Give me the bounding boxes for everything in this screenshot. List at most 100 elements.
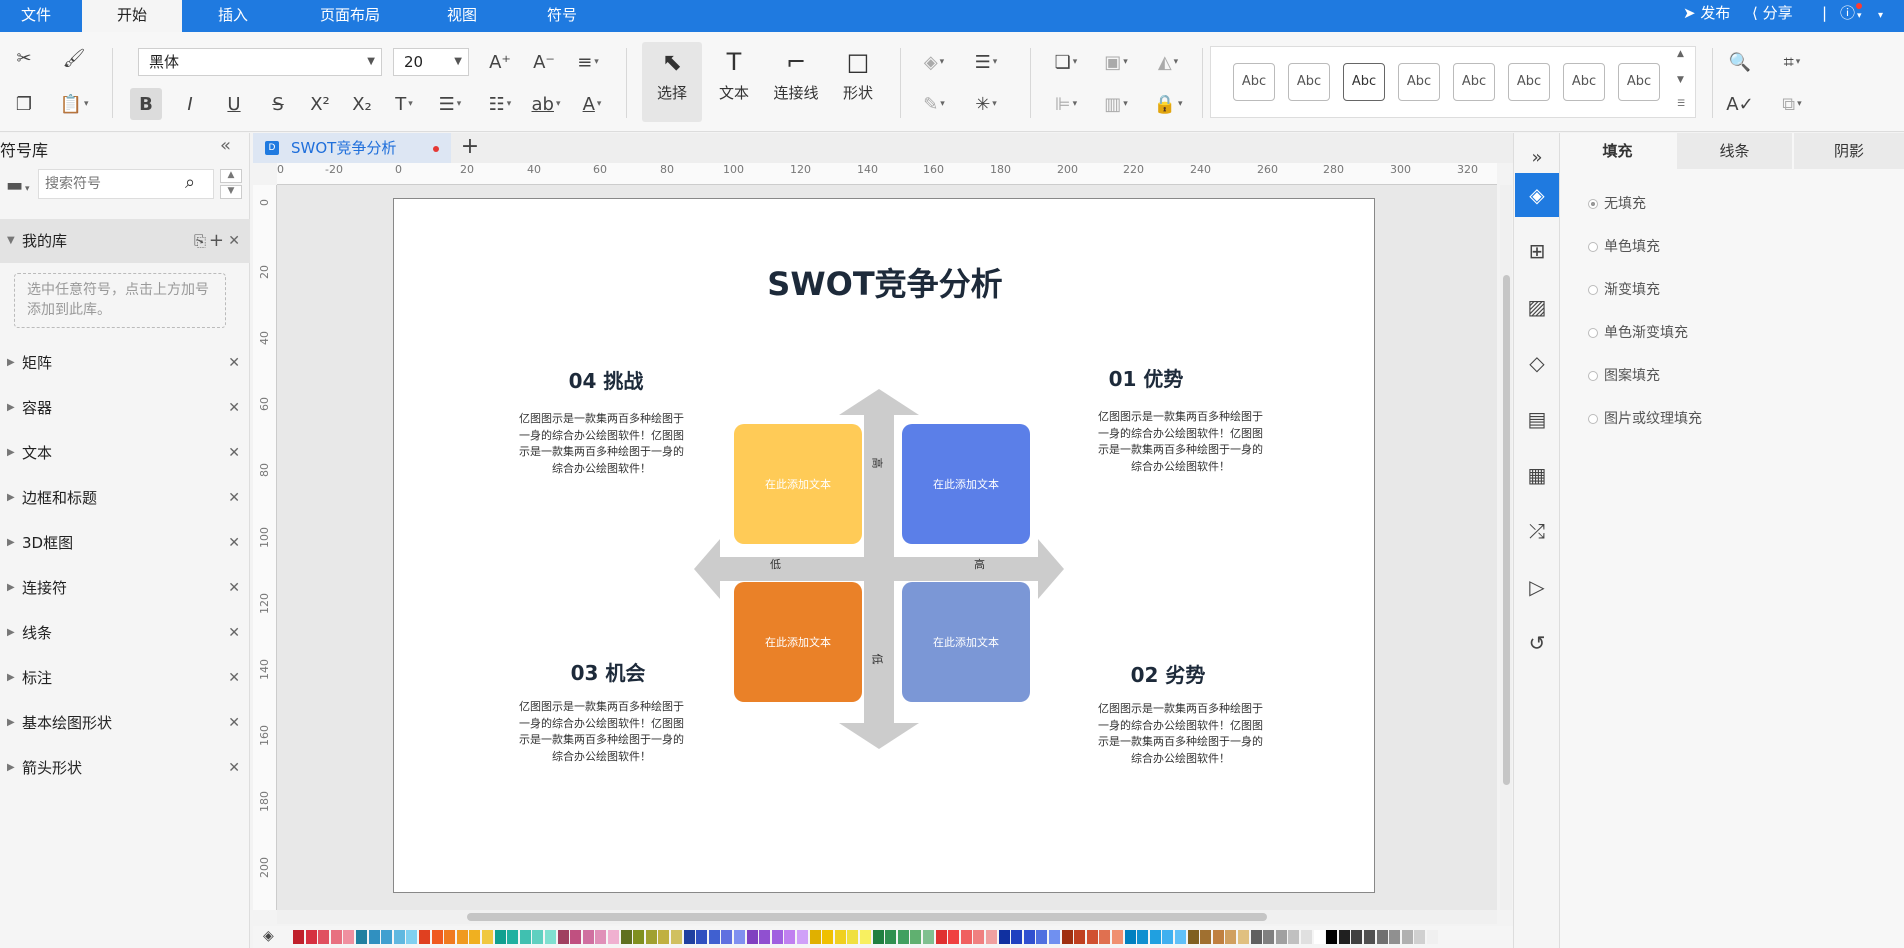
- line-color-button[interactable]: ✎ ▾: [918, 88, 950, 120]
- layers-panel-button[interactable]: ◇: [1515, 341, 1559, 385]
- drawing-page[interactable]: SWOT竞争分析 04 挑战 亿图图示是一款集两百多种绘图于一身的综合办公绘图软…: [393, 198, 1375, 893]
- tab-insert[interactable]: 插入: [188, 0, 278, 32]
- color-swatch[interactable]: [910, 930, 922, 944]
- section-title-opportunities[interactable]: 03 机会: [558, 657, 658, 686]
- increase-font-button[interactable]: A⁺: [484, 46, 516, 78]
- color-swatch[interactable]: [330, 930, 342, 944]
- color-swatch[interactable]: [532, 930, 544, 944]
- color-swatch[interactable]: [671, 930, 682, 944]
- color-swatch[interactable]: [1376, 930, 1388, 944]
- color-swatch[interactable]: [683, 930, 695, 944]
- section-title-threats[interactable]: 04 挑战: [556, 365, 656, 394]
- library-item-text[interactable]: ▶ 文本 ✕: [0, 431, 250, 475]
- library-menu-button[interactable]: ▬ ▾: [6, 175, 30, 196]
- color-swatch[interactable]: [1187, 930, 1199, 944]
- tab-view[interactable]: 视图: [420, 0, 504, 32]
- color-swatch[interactable]: [708, 930, 720, 944]
- color-swatch[interactable]: [784, 930, 796, 944]
- add-tab-button[interactable]: +: [455, 133, 485, 163]
- import-icon[interactable]: ⎘: [194, 219, 206, 263]
- library-item-basic-shapes[interactable]: ▶ 基本绘图形状 ✕: [0, 701, 250, 745]
- section-title-weaknesses[interactable]: 02 劣势: [1118, 659, 1218, 688]
- color-swatch[interactable]: [1414, 930, 1426, 944]
- close-icon[interactable]: ✕: [228, 611, 240, 655]
- color-swatch[interactable]: [620, 930, 632, 944]
- underline-button[interactable]: U: [218, 88, 250, 120]
- close-icon[interactable]: ✕: [228, 386, 240, 430]
- close-icon[interactable]: ✕: [228, 701, 240, 745]
- window-menu-button[interactable]: ▾: [1878, 0, 1883, 32]
- color-swatch[interactable]: [897, 930, 909, 944]
- presentation-panel-button[interactable]: ▷: [1515, 565, 1559, 609]
- style-sample[interactable]: Abc: [1563, 63, 1605, 101]
- line-style-button[interactable]: ☰ ▾: [970, 46, 1002, 78]
- color-swatch[interactable]: [721, 930, 733, 944]
- style-sample[interactable]: Abc: [1288, 63, 1330, 101]
- close-icon[interactable]: ✕: [228, 431, 240, 475]
- color-swatch[interactable]: [1263, 930, 1275, 944]
- italic-button[interactable]: I: [174, 88, 206, 120]
- color-swatch[interactable]: [998, 930, 1010, 944]
- fill-color-button[interactable]: ◈ ▾: [918, 46, 950, 78]
- color-swatch[interactable]: [318, 930, 330, 944]
- color-swatch[interactable]: [1301, 930, 1312, 944]
- data-panel-button[interactable]: ▦: [1515, 453, 1559, 497]
- color-swatch[interactable]: [746, 930, 758, 944]
- color-swatch[interactable]: [1149, 930, 1161, 944]
- close-icon[interactable]: ✕: [228, 746, 240, 790]
- highlight-button[interactable]: ab ▾: [530, 88, 562, 120]
- diagram-title[interactable]: SWOT竞争分析: [394, 259, 1376, 305]
- search-icon[interactable]: ⌕: [185, 172, 195, 193]
- section-title-strengths[interactable]: 01 优势: [1096, 363, 1196, 392]
- my-library-header[interactable]: ▼ 我的库 ⎘ + ✕: [0, 219, 250, 263]
- bullet-list-button[interactable]: ☷ ▾: [484, 88, 516, 120]
- publish-button[interactable]: ➤ 发布: [1683, 0, 1730, 32]
- color-swatch[interactable]: [1023, 930, 1035, 944]
- library-item-callouts[interactable]: ▶ 标注 ✕: [0, 656, 250, 700]
- close-icon[interactable]: ✕: [228, 566, 240, 610]
- tab-symbols[interactable]: 符号: [522, 0, 602, 32]
- arrange-button[interactable]: ❏ ▾: [1050, 46, 1082, 78]
- color-swatch[interactable]: [1389, 930, 1401, 944]
- superscript-button[interactable]: X²: [304, 88, 336, 120]
- add-icon[interactable]: +: [209, 219, 224, 263]
- distribute-button[interactable]: ▥ ▾: [1100, 88, 1132, 120]
- color-swatch[interactable]: [1112, 930, 1123, 944]
- color-swatch[interactable]: [507, 930, 519, 944]
- tab-shadow[interactable]: 阴影: [1794, 133, 1904, 169]
- find-button[interactable]: 🔍: [1724, 46, 1756, 78]
- fill-option-single-gradient[interactable]: 单色渐变填充: [1588, 322, 1688, 342]
- scroll-thumb[interactable]: [467, 913, 1267, 921]
- quadrant-blue[interactable]: 在此添加文本: [902, 424, 1030, 544]
- fill-option-gradient[interactable]: 渐变填充: [1588, 279, 1660, 299]
- section-body-weaknesses[interactable]: 亿图图示是一款集两百多种绘图于一身的综合办公绘图软件！亿图图示是一款集两百多种绘…: [1093, 701, 1268, 767]
- color-swatch[interactable]: [1099, 930, 1111, 944]
- history-panel-button[interactable]: ↺: [1515, 621, 1559, 665]
- group-button[interactable]: ▣ ▾: [1100, 46, 1132, 78]
- share-button[interactable]: ⟨ 分享: [1752, 0, 1793, 32]
- color-swatch[interactable]: [759, 930, 771, 944]
- color-swatch[interactable]: [1238, 930, 1249, 944]
- collapse-panel-button[interactable]: «: [220, 135, 231, 156]
- quadrant-light-blue[interactable]: 在此添加文本: [902, 582, 1030, 702]
- color-swatch[interactable]: [834, 930, 846, 944]
- fill-option-solid[interactable]: 单色填充: [1588, 236, 1660, 256]
- color-swatch[interactable]: [293, 930, 304, 944]
- color-swatch[interactable]: [935, 930, 947, 944]
- connector-tool-button[interactable]: ⌐ 连接线: [766, 42, 826, 122]
- quadrant-orange[interactable]: 在此添加文本: [734, 582, 862, 702]
- tab-home[interactable]: 开始: [82, 0, 182, 32]
- color-swatch[interactable]: [557, 930, 569, 944]
- fill-option-none[interactable]: 无填充: [1588, 193, 1646, 213]
- library-item-3d-blocks[interactable]: ▶ 3D框图 ✕: [0, 521, 250, 565]
- color-swatch[interactable]: [356, 930, 367, 944]
- image-panel-button[interactable]: ▨: [1515, 285, 1559, 329]
- text-tool-button[interactable]: T 文本: [704, 42, 764, 122]
- style-sample[interactable]: Abc: [1453, 63, 1495, 101]
- color-swatch[interactable]: [519, 930, 531, 944]
- color-swatch[interactable]: [482, 930, 493, 944]
- color-swatch[interactable]: [1250, 930, 1262, 944]
- search-input[interactable]: [45, 174, 175, 194]
- vertical-scrollbar[interactable]: [1500, 185, 1512, 910]
- color-swatch[interactable]: [1212, 930, 1224, 944]
